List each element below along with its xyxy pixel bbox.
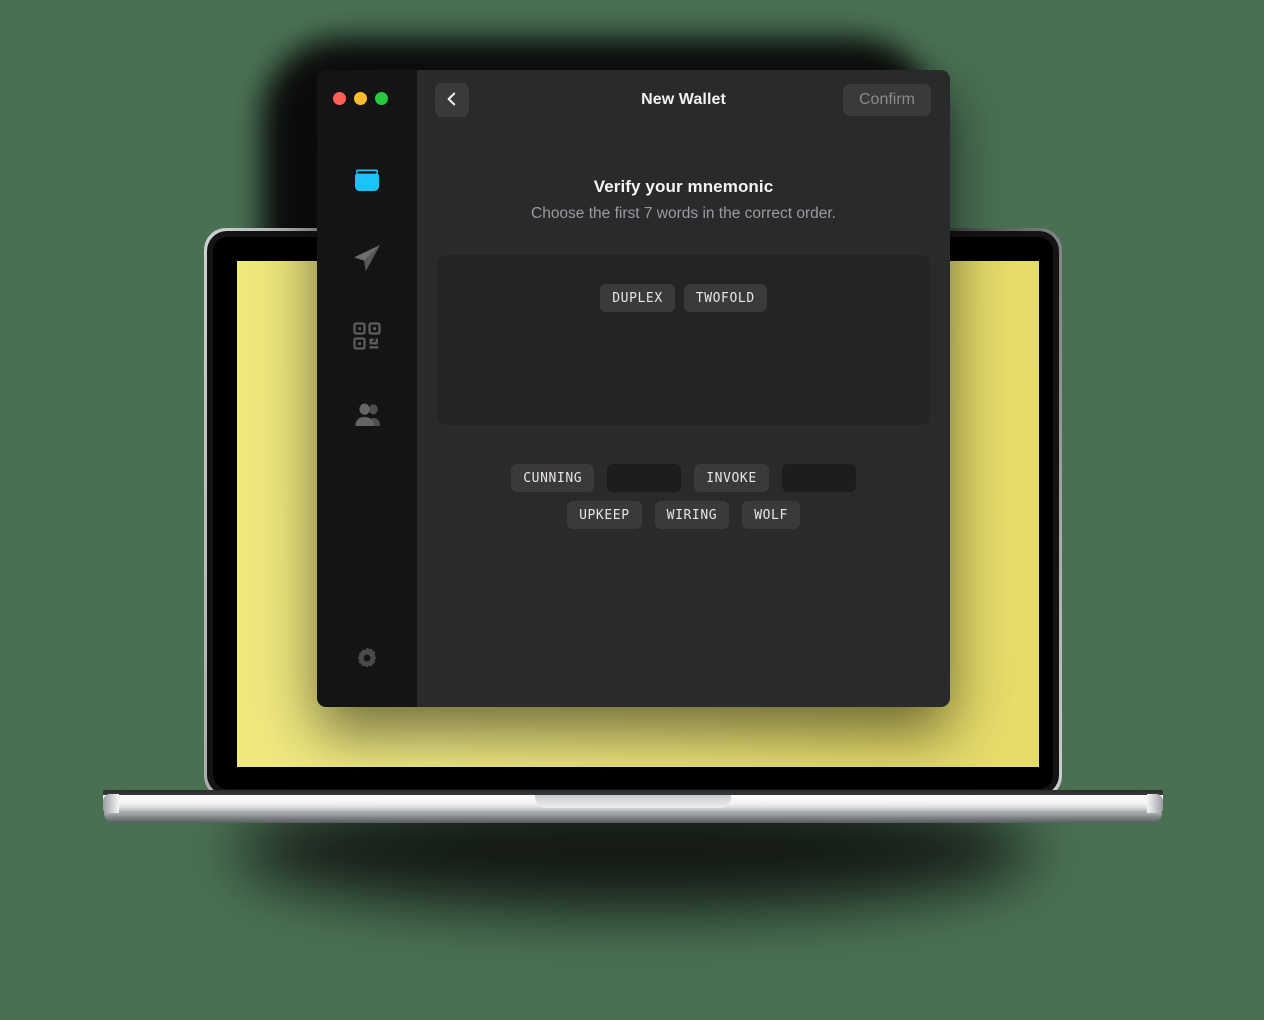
sidebar-nav: Wallet Send [344,159,390,435]
laptop-base-edge-left [103,794,119,815]
scene-root: Wallet Send [0,0,1264,1020]
pool-word-chip[interactable]: INVOKE [694,464,769,492]
main-content: New Wallet Confirm Verify your mnemonic … [417,70,950,707]
gear-icon [355,646,379,670]
sidebar-item-receive[interactable]: Receive [344,315,390,357]
zoom-button[interactable] [375,92,388,105]
confirm-button[interactable]: Confirm [843,84,931,116]
pool-word-chip[interactable]: WIRING [654,501,730,529]
chevron-left-icon [444,91,460,110]
back-button[interactable] [435,83,469,117]
verify-heading: Verify your mnemonic [593,177,774,196]
laptop-base [103,790,1163,824]
sidebar-item-wallet[interactable]: Wallet [344,159,390,201]
laptop-base-foot [104,813,1162,823]
pool-word-chip[interactable]: UPKEEP [567,501,642,529]
app-window: Wallet Send [317,70,950,707]
sidebar-item-send[interactable]: Send [344,237,390,279]
sidebar-bottom-nav: Settings [344,637,390,679]
titlebar: New Wallet Confirm [417,70,950,130]
close-button[interactable] [333,92,346,105]
laptop-base-edge-right [1147,794,1163,815]
window-traffic-lights [333,92,388,105]
verify-subheading: Choose the first 7 words in the correct … [531,205,836,222]
minimize-button[interactable] [354,92,367,105]
sidebar-item-settings[interactable]: Settings [344,637,390,679]
empty-word-slot [781,464,856,492]
selected-words-panel[interactable]: DUPLEX TWOFOLD [437,255,930,425]
send-paper-plane-icon [351,242,383,274]
qr-code-icon [352,321,382,351]
laptop-base-lip [535,795,731,808]
pool-word-chip[interactable]: CUNNING [511,464,595,492]
selected-word-chip[interactable]: DUPLEX [600,284,675,312]
word-pool: CUNNING INVOKE UPKEEP WIRING WOLF [471,464,896,529]
contacts-people-icon [352,399,382,429]
empty-word-slot [607,464,682,492]
selected-word-chip[interactable]: TWOFOLD [683,284,767,312]
sidebar-item-contacts[interactable]: Contacts [344,393,390,435]
headings-block: Verify your mnemonic Choose the first 7 … [417,177,950,223]
pool-word-chip[interactable]: WOLF [742,501,800,529]
sidebar: Wallet Send [317,70,417,707]
wallet-icon [352,165,382,195]
